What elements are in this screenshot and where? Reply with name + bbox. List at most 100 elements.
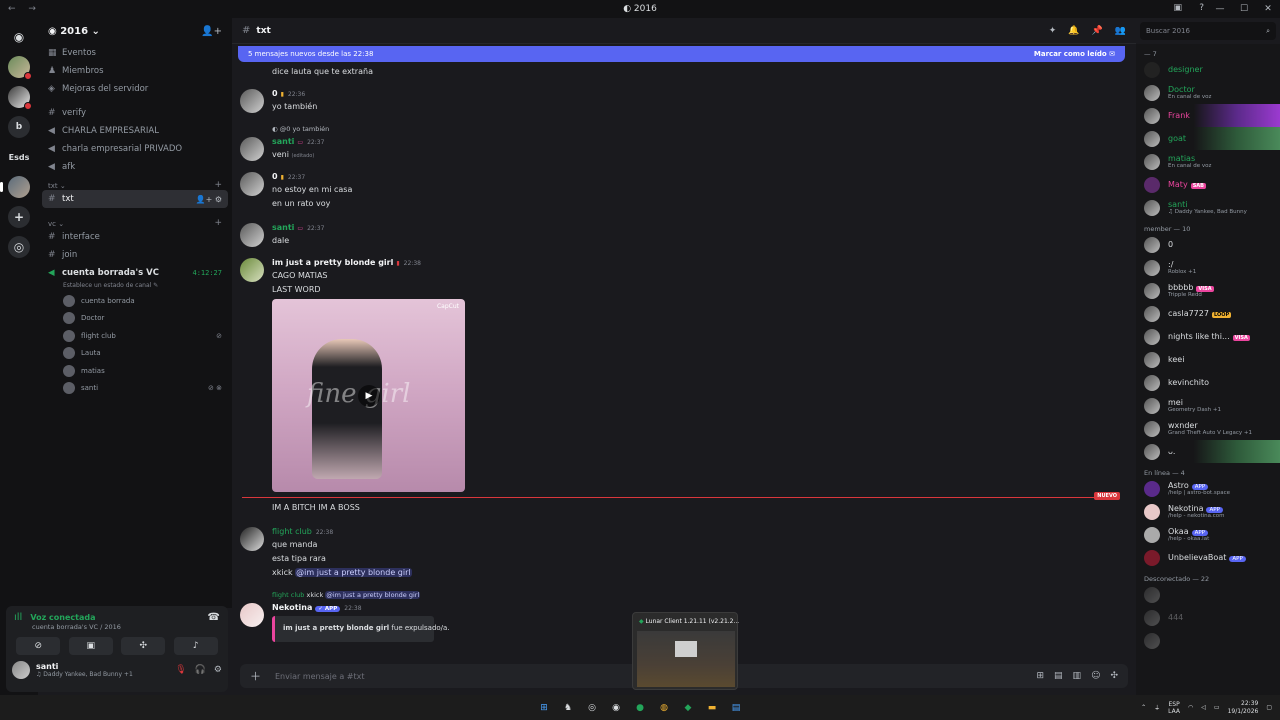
- activities-button[interactable]: ✣: [121, 637, 166, 655]
- invite-icon[interactable]: 👤+: [201, 26, 222, 37]
- language-indicator[interactable]: ESP LAA: [1168, 701, 1180, 715]
- notifications-icon[interactable]: ▢: [1266, 704, 1272, 711]
- clock[interactable]: 22:39 19/1/2026: [1228, 700, 1259, 716]
- member-item[interactable]: :/Roblox +1: [1136, 256, 1280, 279]
- voice-channel-active[interactable]: ◀ cuenta borrada's VC 4:12:27: [38, 264, 232, 282]
- member-list-icon[interactable]: 👥: [1115, 26, 1126, 36]
- close-button[interactable]: ✕: [1256, 0, 1280, 18]
- member-item[interactable]: [1136, 583, 1280, 606]
- inbox-icon[interactable]: ▣: [1173, 3, 1182, 13]
- channel-afk[interactable]: ◀ afk: [38, 158, 232, 176]
- member-item[interactable]: wxnder Grand Theft Auto V Legacy +1: [1136, 417, 1280, 440]
- member-item[interactable]: Doctor En canal de voz: [1136, 81, 1280, 104]
- maximize-button[interactable]: ☐: [1232, 0, 1256, 18]
- boost-item[interactable]: ◈ Mejoras del servidor: [38, 80, 232, 98]
- avatar[interactable]: [240, 172, 264, 196]
- disconnect-icon[interactable]: ☎: [208, 612, 220, 623]
- member-item[interactable]: santi ♫ Daddy Yankee, Bad Bunny: [1136, 196, 1280, 219]
- voice-user[interactable]: Doctor: [38, 310, 232, 328]
- window-preview-thumbnail[interactable]: [637, 631, 735, 687]
- chevron-up-icon[interactable]: ⌃: [1141, 704, 1146, 711]
- settings-icon[interactable]: 👤+ ⚙: [196, 195, 222, 204]
- member-item[interactable]: matias En canal de voz: [1136, 150, 1280, 173]
- avatar[interactable]: [240, 527, 264, 551]
- channel-charla-empresarial[interactable]: ◀ CHARLA EMPRESARIAL: [38, 122, 232, 140]
- sticker-icon[interactable]: ▥: [1073, 671, 1082, 681]
- avatar[interactable]: [240, 223, 264, 247]
- wifi-icon[interactable]: ◠: [1188, 704, 1193, 711]
- voice-user[interactable]: Lauta: [38, 345, 232, 363]
- server-icon-2016[interactable]: [0, 176, 30, 198]
- member-item[interactable]: kevinchito: [1136, 371, 1280, 394]
- composer-placeholder[interactable]: Enviar mensaje a #txt: [275, 672, 365, 681]
- voice-user[interactable]: flight club ⊘: [38, 327, 232, 345]
- headphones-off-icon[interactable]: 🎧: [195, 665, 206, 675]
- avatar[interactable]: [240, 258, 264, 282]
- spotify-icon[interactable]: ●: [633, 701, 647, 715]
- voice-channel-path[interactable]: cuenta borrada's VC / 2016: [6, 623, 228, 631]
- gear-icon[interactable]: ⚙: [214, 665, 222, 675]
- member-item[interactable]: mei Geometry Dash +1: [1136, 394, 1280, 417]
- video-attachment[interactable]: CapCut fine girl ▶: [272, 299, 465, 492]
- discover-icon[interactable]: ◎: [8, 236, 30, 258]
- voice-channel-status[interactable]: Establece un estado de canal ✎: [38, 282, 232, 292]
- category-vc[interactable]: vc ⌄ +: [38, 214, 232, 228]
- server-icon-1[interactable]: [8, 56, 32, 80]
- volume-icon[interactable]: ◁: [1201, 704, 1206, 711]
- voice-user[interactable]: santi ⊘ ⊗: [38, 380, 232, 398]
- member-item[interactable]: [1136, 629, 1280, 652]
- apps-icon[interactable]: ✣: [1110, 671, 1118, 681]
- mic-muted-icon[interactable]: 🎙: [175, 665, 186, 675]
- start-icon[interactable]: ⊞: [537, 701, 551, 715]
- members-item[interactable]: ♟ Miembros: [38, 62, 232, 80]
- member-item[interactable]: Maty SAB: [1136, 173, 1280, 196]
- member-item[interactable]: casla7727 LOOP: [1136, 302, 1280, 325]
- discord-taskbar-icon[interactable]: ◉: [609, 701, 623, 715]
- signal-icon[interactable]: ıll: [14, 612, 22, 623]
- channel-interface[interactable]: # interface: [38, 228, 232, 246]
- member-item[interactable]: keei: [1136, 348, 1280, 371]
- channel-txt[interactable]: # txt 👤+ ⚙: [42, 190, 228, 208]
- member-item[interactable]: bbbbb VISA Tripple Redd: [1136, 279, 1280, 302]
- lunar-client-icon[interactable]: ◆: [681, 701, 695, 715]
- new-messages-bar[interactable]: 5 mensajes nuevos desde las 22:38 Marcar…: [238, 46, 1125, 62]
- current-user-name[interactable]: santi: [36, 662, 133, 671]
- channel-charla-privado[interactable]: ◀ charla empresarial PRIVADO: [38, 140, 232, 158]
- file-explorer-icon[interactable]: ▬: [705, 701, 719, 715]
- pin-icon[interactable]: 📌: [1092, 26, 1103, 36]
- screen-share-button[interactable]: ▣: [68, 637, 113, 655]
- member-item[interactable]: 0: [1136, 233, 1280, 256]
- member-item[interactable]: UnbelievaBoat APP: [1136, 546, 1280, 569]
- search-input[interactable]: Buscar 2016 ⌕: [1140, 22, 1276, 40]
- member-item[interactable]: ᴗ.: [1136, 440, 1280, 463]
- soundboard-button[interactable]: ♪: [173, 637, 218, 655]
- channel-join[interactable]: # join: [38, 246, 232, 264]
- avatar[interactable]: [12, 661, 30, 679]
- member-item[interactable]: designer: [1136, 58, 1280, 81]
- usb-icon[interactable]: ⏚: [1154, 703, 1160, 712]
- avatar[interactable]: [240, 89, 264, 113]
- taskbar-preview-popup[interactable]: ◆ Lunar Client 1.21.11 (v2.21.2...: [632, 612, 739, 690]
- help-icon[interactable]: ?: [1199, 3, 1204, 13]
- threads-icon[interactable]: ✦: [1049, 26, 1057, 36]
- server-icon-2[interactable]: [8, 86, 32, 110]
- camera-off-button[interactable]: ⊘: [16, 637, 61, 655]
- events-item[interactable]: ▦ Eventos: [38, 44, 232, 62]
- add-server-icon[interactable]: +: [8, 206, 30, 228]
- gift-icon[interactable]: ⊞: [1036, 671, 1044, 681]
- member-item[interactable]: nights like thi... VISA: [1136, 325, 1280, 348]
- add-channel-icon[interactable]: +: [214, 218, 222, 228]
- channel-verify[interactable]: # verify: [38, 104, 232, 122]
- server-icon-esds[interactable]: Esds: [8, 146, 30, 168]
- member-item[interactable]: Okaa APP/help - okaa.lat: [1136, 523, 1280, 546]
- app-icon-2[interactable]: ◎: [585, 701, 599, 715]
- member-item[interactable]: Frank: [1136, 104, 1280, 127]
- app-icon-1[interactable]: ♞: [561, 701, 575, 715]
- user-mention[interactable]: @im just a pretty blonde girl: [295, 568, 412, 577]
- battery-icon[interactable]: ▭: [1214, 704, 1220, 711]
- minimize-button[interactable]: —: [1208, 0, 1232, 18]
- avatar[interactable]: [240, 137, 264, 161]
- add-channel-icon[interactable]: +: [214, 180, 222, 190]
- member-item[interactable]: Astro APP/help | astro-bot.space: [1136, 477, 1280, 500]
- notepad-icon[interactable]: ▤: [729, 701, 743, 715]
